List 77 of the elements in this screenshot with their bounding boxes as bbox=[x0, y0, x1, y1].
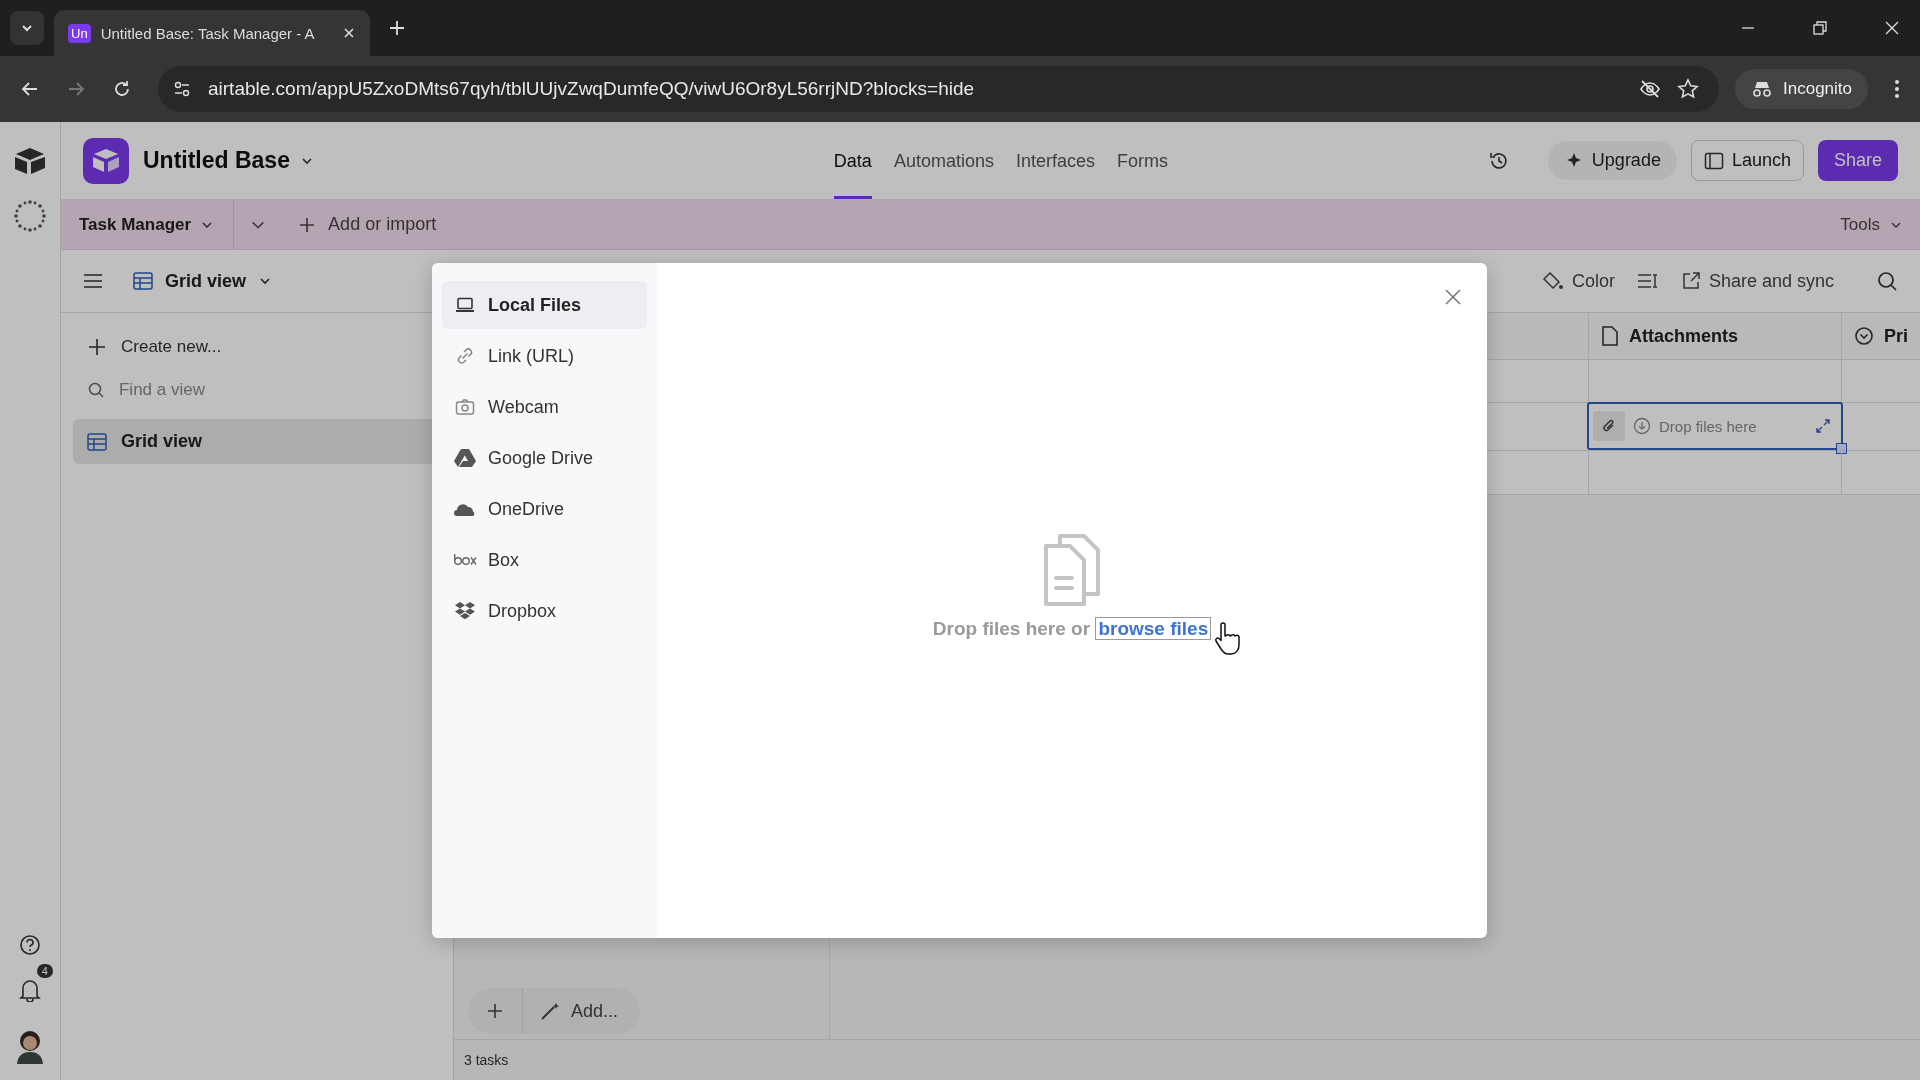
share-and-sync-button[interactable]: Share and sync bbox=[1680, 270, 1834, 292]
base-name-button[interactable]: Untitled Base bbox=[143, 147, 314, 174]
camera-icon bbox=[455, 398, 475, 416]
record-count: 3 tasks bbox=[464, 1052, 509, 1068]
paint-bucket-icon bbox=[1541, 271, 1564, 291]
file-icon bbox=[1601, 326, 1619, 346]
expand-icon[interactable] bbox=[1815, 418, 1831, 434]
view-switcher[interactable]: Grid view bbox=[133, 270, 272, 292]
find-view-field[interactable]: Find a view bbox=[117, 379, 361, 401]
fill-handle[interactable] bbox=[1836, 443, 1847, 454]
reload-icon[interactable] bbox=[112, 79, 132, 99]
source-item[interactable]: Box bbox=[442, 536, 647, 584]
drive-icon bbox=[454, 448, 476, 468]
source-item[interactable]: Webcam bbox=[442, 383, 647, 431]
color-button[interactable]: Color bbox=[1541, 270, 1615, 292]
source-item[interactable]: Google Drive bbox=[442, 434, 647, 482]
upgrade-button[interactable]: Upgrade bbox=[1547, 141, 1677, 180]
chevron-circle-icon bbox=[1854, 326, 1874, 346]
close-icon[interactable] bbox=[342, 26, 356, 40]
menu-icon[interactable] bbox=[1894, 79, 1900, 99]
tools-button[interactable]: Tools bbox=[1840, 214, 1902, 235]
source-item[interactable]: Dropbox bbox=[442, 587, 647, 635]
tab-list-button[interactable] bbox=[10, 11, 44, 45]
column-header[interactable]: Attachments bbox=[1589, 313, 1842, 359]
plus-icon bbox=[298, 215, 317, 234]
address-bar[interactable]: airtable.com/appU5ZxoDMts67qyh/tblUUjvZwqDumfeQQ/viwU6Or8yL56rrjND?blocks=hide bbox=[158, 66, 1719, 112]
url-text: airtable.com/appU5ZxoDMts67qyh/tblUUjvZwqDumfeQQ/viwU6Or8yL56rrjND?blocks=hide bbox=[208, 78, 975, 100]
add-or-import-button[interactable]: Add or import bbox=[298, 214, 437, 235]
bell-icon[interactable] bbox=[19, 978, 41, 1002]
tab-title: Untitled Base: Task Manager - A bbox=[100, 24, 316, 42]
new-tab-icon[interactable] bbox=[388, 19, 406, 37]
table-tab[interactable]: Task Manager bbox=[79, 200, 235, 249]
grid-icon bbox=[133, 272, 153, 290]
source-item[interactable]: Link (URL) bbox=[442, 332, 647, 380]
source-item[interactable]: OneDrive bbox=[442, 485, 647, 533]
tab-favicon: Un bbox=[68, 23, 91, 43]
laptop-icon bbox=[455, 297, 475, 313]
eye-slash-icon[interactable] bbox=[1639, 78, 1661, 100]
search-icon bbox=[87, 381, 105, 399]
logo-icon[interactable] bbox=[13, 146, 47, 176]
source-item[interactable]: Local Files bbox=[442, 281, 647, 329]
drop-prompt: Drop files here or browse files bbox=[932, 617, 1212, 640]
dropbox-icon bbox=[454, 601, 476, 621]
download-icon bbox=[1633, 417, 1651, 435]
magic-wand-icon bbox=[539, 1001, 561, 1021]
nav-tab[interactable]: Interfaces bbox=[1015, 122, 1095, 199]
link-icon bbox=[456, 347, 474, 365]
create-view-button[interactable]: Create new... bbox=[73, 327, 441, 367]
base-icon[interactable] bbox=[83, 137, 129, 184]
grid-icon bbox=[87, 432, 107, 451]
drop-hint: Drop files here bbox=[1659, 417, 1757, 435]
close-icon[interactable] bbox=[1443, 287, 1463, 307]
row-height-icon[interactable] bbox=[1636, 272, 1659, 290]
pointer-cursor-icon bbox=[1213, 621, 1242, 656]
spinner-icon[interactable] bbox=[12, 198, 48, 234]
launch-button[interactable]: Launch bbox=[1690, 140, 1804, 181]
incognito-button[interactable]: Incognito bbox=[1735, 69, 1868, 109]
nav-tab[interactable]: Forms bbox=[1117, 122, 1168, 199]
external-link-icon bbox=[1680, 271, 1701, 291]
box-logo-icon bbox=[453, 553, 477, 567]
search-icon[interactable] bbox=[1876, 270, 1898, 292]
help-icon[interactable] bbox=[19, 934, 41, 956]
incognito-icon bbox=[1751, 80, 1773, 98]
site-settings-icon[interactable] bbox=[172, 79, 192, 99]
panel-icon bbox=[1703, 151, 1724, 170]
restore-icon[interactable] bbox=[1812, 20, 1828, 36]
notification-badge: 4 bbox=[36, 964, 53, 978]
close-window-icon[interactable] bbox=[1884, 20, 1900, 36]
plus-icon bbox=[87, 337, 107, 357]
column-header[interactable]: Pri bbox=[1842, 313, 1920, 359]
menu-icon[interactable] bbox=[83, 273, 103, 289]
cloud-icon bbox=[454, 501, 476, 517]
browse-files-link[interactable]: browse files bbox=[1095, 616, 1212, 640]
nav-tab[interactable]: Automations bbox=[893, 122, 994, 199]
star-icon[interactable] bbox=[1677, 78, 1699, 100]
share-button[interactable]: Share bbox=[1817, 140, 1898, 181]
browser-tab[interactable]: Un Untitled Base: Task Manager - A bbox=[54, 10, 370, 56]
